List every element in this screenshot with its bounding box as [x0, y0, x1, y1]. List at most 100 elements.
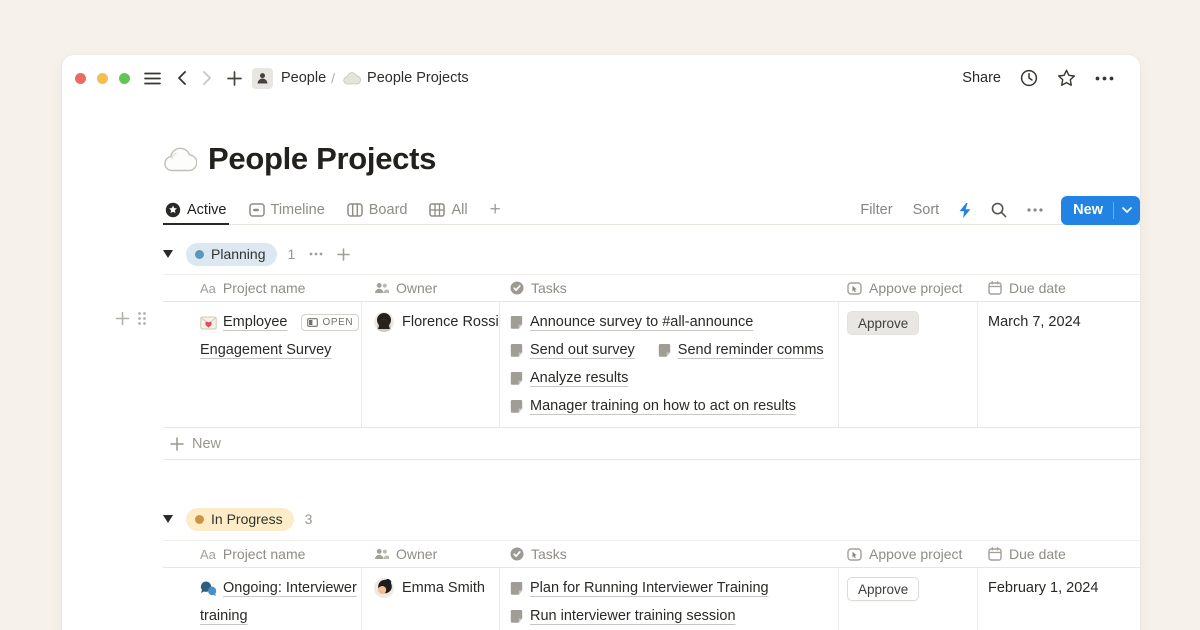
- task-link[interactable]: Manager training on how to act on result…: [510, 398, 796, 414]
- new-button[interactable]: New: [1061, 196, 1140, 225]
- tab-board[interactable]: Board: [345, 196, 410, 225]
- table-row[interactable]: Employee OPEN Engagement Survey: [163, 302, 1140, 428]
- group-count: 1: [288, 246, 296, 262]
- text-icon: Aa: [200, 281, 216, 296]
- collapse-triangle-icon[interactable]: [163, 250, 173, 258]
- column-header-project-name[interactable]: Aa Project name: [163, 546, 362, 562]
- drag-handle-icon[interactable]: [137, 311, 147, 326]
- group-more-icon[interactable]: [309, 252, 323, 256]
- tab-all[interactable]: All: [427, 196, 469, 225]
- forward-icon[interactable]: [203, 71, 212, 85]
- column-header-tasks[interactable]: Tasks: [500, 280, 839, 296]
- column-header-approve-project[interactable]: Appove project: [839, 280, 978, 296]
- column-header-approve-project[interactable]: Appove project: [839, 546, 978, 562]
- traffic-lights: [75, 73, 130, 84]
- row-add-icon[interactable]: [115, 311, 130, 326]
- status-badge-in-progress[interactable]: In Progress: [186, 508, 294, 531]
- owner-cell[interactable]: Emma Smith: [362, 568, 500, 630]
- history-icon[interactable]: [1020, 69, 1038, 87]
- approve-button[interactable]: Approve: [847, 577, 919, 601]
- page-icon: [510, 372, 523, 385]
- column-header-due-date[interactable]: Due date: [978, 546, 1140, 562]
- filter-button[interactable]: Filter: [860, 202, 892, 218]
- check-circle-icon: [510, 281, 524, 295]
- more-icon[interactable]: [1095, 76, 1114, 81]
- florence-avatar: [374, 312, 394, 332]
- group-add-icon[interactable]: [337, 248, 350, 261]
- tab-label: All: [451, 202, 467, 218]
- task-link[interactable]: Send out survey: [510, 342, 635, 358]
- target-star-icon: [165, 202, 181, 218]
- task-link[interactable]: Plan for Running Interviewer Training: [510, 580, 769, 596]
- column-header-owner[interactable]: Owner: [362, 546, 500, 562]
- task-link[interactable]: Send reminder comms: [658, 342, 824, 358]
- people-page-icon: [252, 68, 273, 89]
- page-icon: [510, 400, 523, 413]
- table-header-row: Aa Project name Owner Tasks: [163, 274, 1140, 302]
- page-title[interactable]: People Projects: [208, 141, 436, 177]
- table-icon: [429, 203, 445, 217]
- close-window-button[interactable]: [75, 73, 86, 84]
- column-header-project-name[interactable]: Aa Project name: [163, 280, 362, 296]
- zoom-window-button[interactable]: [119, 73, 130, 84]
- project-name-cell[interactable]: Ongoing: Interviewer training: [163, 568, 362, 630]
- window-topbar: People / People Projects Share: [62, 55, 1140, 101]
- owner-name: Florence Rossi: [402, 314, 499, 330]
- page-cloud-icon[interactable]: [163, 146, 197, 172]
- project-name-cell[interactable]: Employee OPEN Engagement Survey: [163, 302, 362, 427]
- add-view-button[interactable]: +: [490, 199, 501, 221]
- due-date-cell[interactable]: March 7, 2024: [978, 302, 1140, 427]
- page-icon: [510, 582, 523, 595]
- tasks-cell[interactable]: Announce survey to #all-announce Send ou…: [500, 302, 839, 427]
- open-page-button[interactable]: OPEN: [301, 314, 359, 331]
- task-link[interactable]: Announce survey to #all-announce: [510, 314, 753, 330]
- check-circle-icon: [510, 547, 524, 561]
- page-icon: [510, 316, 523, 329]
- plus-icon: [170, 437, 184, 451]
- tab-label: Timeline: [271, 202, 325, 218]
- text-icon: Aa: [200, 547, 216, 562]
- button-icon: [847, 548, 862, 561]
- tasks-cell[interactable]: Plan for Running Interviewer Training Ru…: [500, 568, 839, 630]
- people-icon: [374, 282, 389, 294]
- collapse-triangle-icon[interactable]: [163, 515, 173, 523]
- column-header-due-date[interactable]: Due date: [978, 280, 1140, 296]
- group-header-in-progress: In Progress 3: [163, 506, 1140, 532]
- emma-avatar: [374, 578, 394, 598]
- task-link[interactable]: Run interviewer training session: [510, 608, 736, 624]
- page-icon: [510, 610, 523, 623]
- view-more-icon[interactable]: [1027, 208, 1043, 212]
- new-row-label: New: [192, 436, 221, 452]
- owner-cell[interactable]: Florence Rossi: [362, 302, 500, 427]
- project-title-line1[interactable]: Employee: [223, 314, 287, 330]
- table-row[interactable]: Ongoing: Interviewer training Emma Smith: [163, 568, 1140, 630]
- share-button[interactable]: Share: [962, 70, 1001, 86]
- chevron-down-icon[interactable]: [1114, 207, 1140, 213]
- status-badge-planning[interactable]: Planning: [186, 243, 277, 266]
- search-icon[interactable]: [991, 202, 1007, 218]
- project-title-line2[interactable]: Engagement Survey: [200, 342, 331, 358]
- approve-button[interactable]: Approve: [847, 311, 919, 335]
- new-row-button[interactable]: New: [163, 428, 1140, 460]
- task-link[interactable]: Analyze results: [510, 370, 628, 386]
- menu-icon[interactable]: [144, 72, 161, 85]
- project-title-line2[interactable]: training: [200, 608, 248, 624]
- group-count: 3: [305, 511, 313, 527]
- tab-active[interactable]: Active: [163, 196, 229, 225]
- desktop-background: People / People Projects Share: [0, 0, 1200, 630]
- minimize-window-button[interactable]: [97, 73, 108, 84]
- due-date-cell[interactable]: February 1, 2024: [978, 568, 1140, 630]
- tab-timeline[interactable]: Timeline: [247, 196, 327, 225]
- lightning-icon[interactable]: [959, 203, 971, 218]
- breadcrumb-current[interactable]: People Projects: [367, 70, 469, 86]
- column-header-tasks[interactable]: Tasks: [500, 546, 839, 562]
- status-label: Planning: [211, 246, 266, 262]
- status-label: In Progress: [211, 511, 283, 527]
- sort-button[interactable]: Sort: [913, 202, 940, 218]
- back-icon[interactable]: [177, 71, 186, 85]
- breadcrumb-root[interactable]: People: [281, 70, 326, 86]
- project-title-line1[interactable]: Ongoing: Interviewer: [223, 580, 357, 596]
- column-header-owner[interactable]: Owner: [362, 280, 500, 296]
- new-page-plus-icon[interactable]: [227, 71, 242, 86]
- star-icon[interactable]: [1057, 69, 1076, 87]
